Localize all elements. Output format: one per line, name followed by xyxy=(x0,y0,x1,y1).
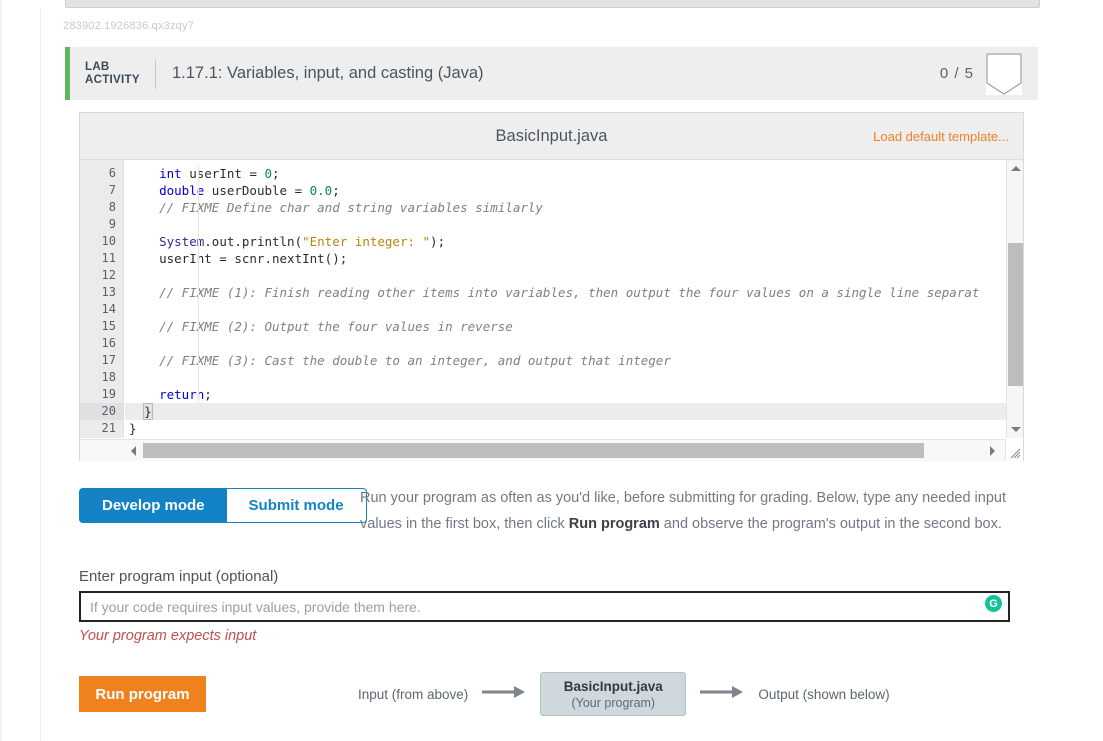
code-line[interactable]: int userInt = 0; xyxy=(125,165,1006,182)
line-number: 8 xyxy=(108,200,116,214)
scroll-up-arrow-icon[interactable] xyxy=(1007,160,1023,177)
line-number: 16 xyxy=(101,336,116,350)
code-editor-body: 6 7 8 9 10 11 12 13 14 15 16 17 18 19 20 21 int userInt… xyxy=(80,160,1023,461)
document-id: 283902.1926836.qx3zqy7 xyxy=(63,20,195,32)
develop-mode-button[interactable]: Develop mode xyxy=(79,488,227,523)
program-flow-diagram: Input (from above) BasicInput.java (Your… xyxy=(358,672,890,716)
code-editor-header: BasicInput.java Load default template... xyxy=(80,113,1023,160)
award-badge-icon xyxy=(986,52,1022,95)
code-line[interactable]: // FIXME (3): Cast the double to an inte… xyxy=(125,352,1006,369)
mode-description-bold: Run program xyxy=(568,516,660,532)
program-input-placeholder: If your code requires input values, prov… xyxy=(90,598,421,615)
line-number: 13 xyxy=(101,285,116,299)
indent-guide xyxy=(198,165,199,404)
scroll-right-arrow-icon[interactable] xyxy=(984,440,1001,461)
grammarly-icon[interactable]: G xyxy=(985,595,1002,612)
flow-output-label: Output (shown below) xyxy=(758,686,890,702)
code-line[interactable]: System.out.println("Enter integer: "); xyxy=(125,233,1006,250)
lab-activity-tag: LAB ACTIVITY xyxy=(70,61,155,87)
code-filename: BasicInput.java xyxy=(495,126,608,145)
program-input-field[interactable]: If your code requires input values, prov… xyxy=(79,591,1010,622)
lab-activity-header: LAB ACTIVITY 1.17.1: Variables, input, a… xyxy=(65,47,1038,100)
code-line[interactable]: return; xyxy=(125,386,1006,403)
line-number: 20 xyxy=(80,403,123,420)
horizontal-scroll-thumb[interactable] xyxy=(143,443,924,458)
vertical-scroll-thumb[interactable] xyxy=(1008,243,1023,386)
scroll-down-arrow-icon[interactable] xyxy=(1007,421,1023,438)
code-line[interactable]: // FIXME (1): Finish reading other items… xyxy=(125,284,1006,301)
line-number: 11 xyxy=(101,251,116,265)
submit-mode-button[interactable]: Submit mode xyxy=(226,488,367,523)
mode-description: Run your program as often as you'd like,… xyxy=(360,485,1020,537)
code-line[interactable] xyxy=(125,301,1006,318)
line-number: 19 xyxy=(101,387,116,401)
run-program-button[interactable]: Run program xyxy=(79,676,206,712)
code-line[interactable]: double userDouble = 0.0; xyxy=(125,182,1006,199)
flow-program-name: BasicInput.java xyxy=(563,678,663,694)
program-input-label: Enter program input (optional) xyxy=(79,568,279,585)
page-left-edge xyxy=(0,0,2,741)
mode-toggle-group: Develop mode Submit mode xyxy=(79,488,367,523)
header-divider xyxy=(155,58,156,89)
line-number: 14 xyxy=(101,302,116,316)
flow-arrow-right-icon-1 xyxy=(482,685,526,704)
line-number: 17 xyxy=(101,353,116,367)
line-number: 7 xyxy=(108,183,116,197)
mode-description-part2: and observe the program's output in the … xyxy=(659,516,1002,532)
lab-activity-title: 1.17.1: Variables, input, and casting (J… xyxy=(172,64,484,82)
line-number: 12 xyxy=(101,268,116,282)
code-line[interactable]: // FIXME (2): Output the four values in … xyxy=(125,318,1006,335)
load-default-template-link[interactable]: Load default template... xyxy=(873,129,1009,144)
line-number: 10 xyxy=(101,234,116,248)
line-number-gutter: 6 7 8 9 10 11 12 13 14 15 16 17 18 19 20 21 xyxy=(80,160,124,438)
flow-input-label: Input (from above) xyxy=(358,686,469,702)
editor-horizontal-scrollbar[interactable] xyxy=(80,439,1023,461)
lab-tag-line2: ACTIVITY xyxy=(85,73,140,86)
top-partial-bar xyxy=(65,0,1040,8)
code-line[interactable]: } xyxy=(125,403,1006,420)
editor-vertical-scrollbar[interactable] xyxy=(1006,160,1023,438)
code-line[interactable]: userInt = scnr.nextInt(); xyxy=(125,250,1006,267)
code-line[interactable] xyxy=(125,369,1006,386)
scroll-left-arrow-icon[interactable] xyxy=(125,440,142,461)
flow-arrow-right-icon-2 xyxy=(700,685,744,704)
line-number: 15 xyxy=(101,319,116,333)
page-root: 283902.1926836.qx3zqy7 LAB ACTIVITY 1.17… xyxy=(0,0,1103,741)
code-line[interactable]: // FIXME Define char and string variable… xyxy=(125,199,1006,216)
lab-tag-line1: LAB xyxy=(85,60,110,73)
activity-score: 0 / 5 xyxy=(939,65,974,82)
expects-input-warning: Your program expects input xyxy=(79,628,257,644)
code-line[interactable] xyxy=(125,216,1006,233)
program-flow-box: BasicInput.java (Your program) xyxy=(540,672,687,716)
line-number: 6 xyxy=(108,166,116,180)
code-line[interactable] xyxy=(125,267,1006,284)
flow-program-sub: (Your program) xyxy=(571,695,656,710)
code-line[interactable]: } xyxy=(125,420,1006,437)
line-number: 18 xyxy=(101,370,116,384)
code-text-area[interactable]: int userInt = 0; double userDouble = 0.0… xyxy=(125,160,1006,438)
editor-resize-grip[interactable] xyxy=(1005,439,1023,461)
line-number: 9 xyxy=(108,217,116,231)
code-line[interactable] xyxy=(125,335,1006,352)
line-number: 21 xyxy=(101,421,116,435)
code-editor-panel: BasicInput.java Load default template...… xyxy=(79,112,1024,461)
